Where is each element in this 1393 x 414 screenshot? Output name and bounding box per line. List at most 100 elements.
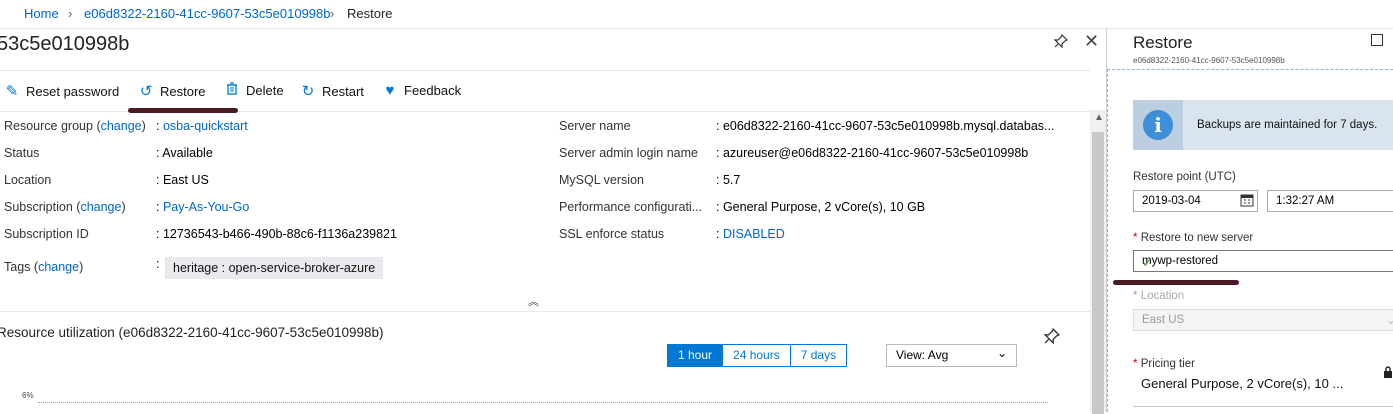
breadcrumb-separator: › <box>68 6 73 21</box>
subscription-row: Subscription (change) <box>4 200 126 214</box>
reset-password-label: Reset password <box>26 83 120 99</box>
restore-date-input[interactable]: 2019-03-04 <box>1133 190 1258 212</box>
resource-utilization-title: Resource utilization (e06d8322-2160-41cc… <box>0 325 384 340</box>
vertical-scrollbar[interactable]: ▲ <box>1090 110 1106 414</box>
calendar-icon[interactable] <box>1240 193 1254 210</box>
subscription-id-value: 12736543-b466-490b-88c6-f1136a239821 <box>162 227 397 241</box>
ssl-status-value-cell: : DISABLED <box>716 227 785 241</box>
restore-location-label: Location <box>1140 290 1185 302</box>
breadcrumb-server[interactable]: e06d8322-2160-41cc-9607-53c5e010998b <box>84 6 331 21</box>
backup-info-banner: i Backups are maintained for 7 days. <box>1133 100 1393 150</box>
info-icon: i <box>1133 100 1183 150</box>
chevron-down-icon: ⌄ <box>997 346 1008 360</box>
resource-group-value-cell: : osba-quickstart <box>156 119 248 133</box>
restore-point-label: Restore point (UTC) <box>1133 171 1236 183</box>
ssl-status-value[interactable]: DISABLED <box>723 227 785 241</box>
restore-location-value: East US <box>1142 314 1185 326</box>
admin-login-label: Server admin login name <box>559 146 698 160</box>
admin-login-value-cell: : azureuser@e06d8322-2160-41cc-9607-53c5… <box>716 146 1029 160</box>
restart-label: Restart <box>322 83 364 99</box>
pencil-icon: ✎ <box>5 83 19 100</box>
ssl-status-label: SSL enforce status <box>559 227 665 241</box>
backup-info-text: Backups are maintained for 7 days. <box>1197 119 1378 131</box>
scroll-up-icon[interactable]: ▲ <box>1094 112 1104 123</box>
restore-icon: ↺ <box>139 83 153 100</box>
server-blade: 53c5e010998b ✕ ✎ Reset password ↺ Restor… <box>0 28 1107 414</box>
breadcrumb-home[interactable]: Home <box>24 6 59 21</box>
restore-time-input[interactable]: 1:32:27 AM <box>1267 190 1393 212</box>
subscription-id-value-cell: : 12736543-b466-490b-88c6-f1136a239821 <box>156 227 397 241</box>
lock-icon <box>1383 366 1393 381</box>
restore-title: Restore <box>1133 33 1193 52</box>
view-aggregation-dropdown[interactable]: View: Avg ⌄ <box>886 344 1017 367</box>
server-name-value-cell: : e06d8322-2160-41cc-9607-53c5e010998b.m… <box>716 119 1055 133</box>
location-label: Location <box>4 173 52 187</box>
server-name-value: e06d8322-2160-41cc-9607-53c5e010998b.mys… <box>722 119 1055 133</box>
status-label: Status <box>4 146 40 160</box>
heart-icon: ♥ <box>385 82 395 99</box>
pin-chart-icon[interactable] <box>1043 327 1061 349</box>
delete-button[interactable]: Delete <box>224 82 284 99</box>
maximize-icon[interactable] <box>1371 34 1383 46</box>
subscription-value[interactable]: Pay-As-You-Go <box>163 200 249 214</box>
change-resource-group-link[interactable]: change <box>101 119 142 133</box>
command-bar: ✎ Reset password ↺ Restore Delete ↻ Rest… <box>0 70 1090 112</box>
tags-row: Tags (change) <box>4 260 84 274</box>
location-label-row: * Location <box>1133 290 1185 302</box>
focus-border <box>1107 69 1393 70</box>
range-7-days[interactable]: 7 days <box>789 345 846 366</box>
restore-label: Restore <box>160 83 206 99</box>
restore-time-value: 1:32:27 AM <box>1276 195 1335 207</box>
status-value: Available <box>162 146 213 160</box>
restore-subtitle: e06d8322-2160-41cc-9607-53c5e010998b <box>1133 56 1285 65</box>
scrollbar-thumb[interactable] <box>1092 132 1104 414</box>
chart-y-label: 6% <box>22 391 34 400</box>
collapse-essentials-icon[interactable]: ︽ <box>528 293 539 309</box>
performance-config-value-cell: : General Purpose, 2 vCore(s), 10 GB <box>716 200 926 214</box>
restore-date-value: 2019-03-04 <box>1142 195 1201 207</box>
new-server-label-row: * Restore to new server <box>1133 232 1254 244</box>
resource-group-label: Resource group <box>4 119 93 133</box>
new-server-input[interactable]: mywp-restored ✓ <box>1133 250 1393 272</box>
annotation-underline <box>128 108 238 113</box>
reset-password-button[interactable]: ✎ Reset password <box>4 82 120 100</box>
chart-gridline <box>38 402 1048 403</box>
location-value: East US <box>162 173 209 187</box>
tag-chip[interactable]: heritage : open-service-broker-azure <box>165 257 384 279</box>
pricing-tier-value[interactable]: General Purpose, 2 vCore(s), 10 ... <box>1141 376 1343 391</box>
performance-config-label: Performance configurati... <box>559 200 703 214</box>
section-divider <box>1133 406 1393 407</box>
feedback-button[interactable]: ♥ Feedback <box>382 82 462 99</box>
resource-group-value[interactable]: osba-quickstart <box>163 119 248 133</box>
annotation-underline <box>1113 280 1239 285</box>
location-value-cell: : East US <box>156 173 209 187</box>
tags-label: Tags <box>4 260 31 274</box>
mysql-version-value: 5.7 <box>722 173 741 187</box>
chevron-down-icon: ⌄ <box>1386 315 1393 327</box>
pricing-label-row: * Pricing tier <box>1133 358 1196 370</box>
admin-login-value: azureuser@e06d8322-2160-41cc-9607-53c5e0… <box>722 146 1029 160</box>
pin-icon[interactable] <box>1053 33 1069 53</box>
section-divider <box>0 311 1090 312</box>
tags-colon: : <box>156 257 160 271</box>
breadcrumb: Home › e06d8322-2160-41cc-9607-53c5e0109… <box>0 0 1393 29</box>
mysql-version-label: MySQL version <box>559 173 644 187</box>
resource-group-row: Resource group (change) <box>4 119 146 133</box>
server-name-label: Server name <box>559 119 631 133</box>
breadcrumb-separator: › <box>330 6 335 21</box>
mysql-version-value-cell: : 5.7 <box>716 173 741 187</box>
change-tags-link[interactable]: change <box>38 260 79 274</box>
close-icon[interactable]: ✕ <box>1084 31 1099 52</box>
view-dropdown-value: View: Avg <box>896 348 949 362</box>
range-24-hours[interactable]: 24 hours <box>722 345 790 366</box>
focus-border-left <box>1107 69 1108 412</box>
pricing-tier-label: Pricing tier <box>1140 358 1196 370</box>
range-1-hour[interactable]: 1 hour <box>668 345 723 366</box>
delete-label: Delete <box>246 83 284 98</box>
restart-button[interactable]: ↻ Restart <box>300 82 364 100</box>
change-subscription-link[interactable]: change <box>80 200 121 214</box>
restore-button[interactable]: ↺ Restore <box>138 82 206 100</box>
time-range-selector: 1 hour 24 hours 7 days <box>667 344 848 367</box>
performance-config-value: General Purpose, 2 vCore(s), 10 GB <box>722 200 926 214</box>
checkmark-icon: ✓ <box>1142 255 1153 270</box>
